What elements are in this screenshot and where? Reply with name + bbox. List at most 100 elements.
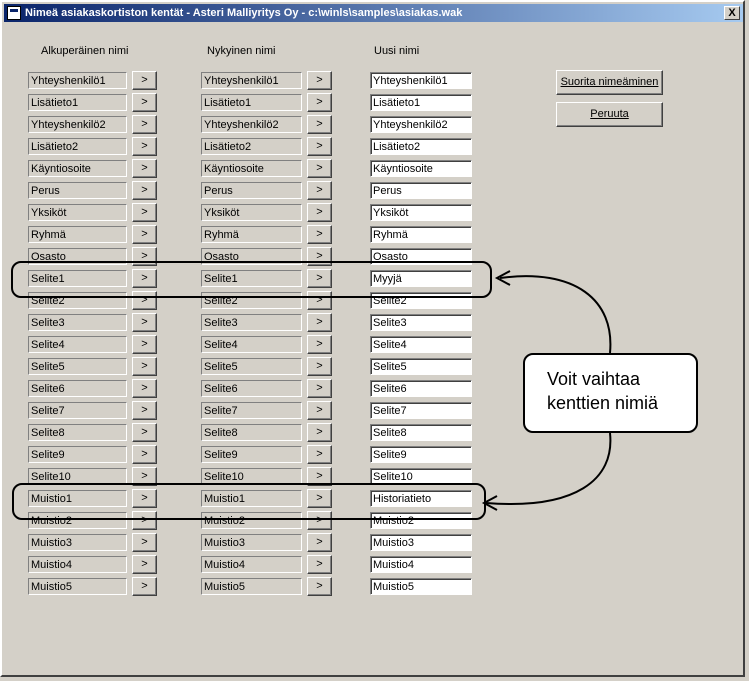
copy-current-button[interactable]: > xyxy=(307,423,332,442)
copy-current-button[interactable]: > xyxy=(307,203,332,222)
copy-original-button[interactable]: > xyxy=(132,379,157,398)
copy-original-button[interactable]: > xyxy=(132,445,157,464)
original-name-field: Selite9 xyxy=(28,446,127,463)
title-bar: Nimeä asiakaskortiston kentät - Asteri M… xyxy=(4,4,743,22)
original-name-field: Selite5 xyxy=(28,358,127,375)
current-name-field: Selite9 xyxy=(201,446,302,463)
copy-current-button[interactable]: > xyxy=(307,401,332,420)
new-name-input[interactable]: Yksiköt xyxy=(370,204,472,221)
original-name-field: Lisätieto2 xyxy=(28,138,127,155)
copy-current-button[interactable]: > xyxy=(307,225,332,244)
current-name-field: Yhteyshenkilö1 xyxy=(201,72,302,89)
new-name-input[interactable]: Muistio4 xyxy=(370,556,472,573)
current-name-field: Selite4 xyxy=(201,336,302,353)
new-name-input[interactable]: Selite4 xyxy=(370,336,472,353)
new-name-input[interactable]: Ryhmä xyxy=(370,226,472,243)
current-name-field: Ryhmä xyxy=(201,226,302,243)
original-name-field: Yhteyshenkilö2 xyxy=(28,116,127,133)
copy-current-button[interactable]: > xyxy=(307,93,332,112)
original-name-field: Muistio3 xyxy=(28,534,127,551)
current-name-field: Muistio3 xyxy=(201,534,302,551)
execute-rename-button[interactable]: Suorita nimeäminen xyxy=(556,70,663,95)
current-name-field: Selite5 xyxy=(201,358,302,375)
copy-current-button[interactable]: > xyxy=(307,159,332,178)
current-name-field: Muistio4 xyxy=(201,556,302,573)
new-name-input[interactable]: Lisätieto2 xyxy=(370,138,472,155)
app-icon xyxy=(7,6,21,20)
original-name-field: Selite6 xyxy=(28,380,127,397)
copy-current-button[interactable]: > xyxy=(307,335,332,354)
copy-original-button[interactable]: > xyxy=(132,401,157,420)
new-name-input[interactable]: Lisätieto1 xyxy=(370,94,472,111)
window-title: Nimeä asiakaskortiston kentät - Asteri M… xyxy=(25,7,463,19)
copy-original-button[interactable]: > xyxy=(132,423,157,442)
close-button[interactable]: X xyxy=(724,6,740,20)
header-original-name: Alkuperäinen nimi xyxy=(41,45,129,57)
new-name-input[interactable]: Käyntiosoite xyxy=(370,160,472,177)
current-name-field: Muistio5 xyxy=(201,578,302,595)
copy-original-button[interactable]: > xyxy=(132,71,157,90)
new-name-input[interactable]: Selite3 xyxy=(370,314,472,331)
new-name-input[interactable]: Selite9 xyxy=(370,446,472,463)
copy-current-button[interactable]: > xyxy=(307,555,332,574)
copy-original-button[interactable]: > xyxy=(132,357,157,376)
new-name-input[interactable]: Selite7 xyxy=(370,402,472,419)
new-name-input[interactable]: Yhteyshenkilö2 xyxy=(370,116,472,133)
new-name-input[interactable]: Perus xyxy=(370,182,472,199)
highlight-muistio1-row xyxy=(12,483,486,520)
highlight-selite1-row xyxy=(11,261,492,298)
copy-original-button[interactable]: > xyxy=(132,159,157,178)
copy-current-button[interactable]: > xyxy=(307,137,332,156)
new-name-input[interactable]: Selite6 xyxy=(370,380,472,397)
current-name-field: Perus xyxy=(201,182,302,199)
new-name-input[interactable]: Selite8 xyxy=(370,424,472,441)
new-name-input[interactable]: Yhteyshenkilö1 xyxy=(370,72,472,89)
current-name-field: Selite8 xyxy=(201,424,302,441)
original-name-field: Perus xyxy=(28,182,127,199)
original-name-field: Selite4 xyxy=(28,336,127,353)
new-name-input[interactable]: Muistio3 xyxy=(370,534,472,551)
header-current-name: Nykyinen nimi xyxy=(207,45,276,57)
copy-original-button[interactable]: > xyxy=(132,181,157,200)
current-name-field: Käyntiosoite xyxy=(201,160,302,177)
copy-original-button[interactable]: > xyxy=(132,225,157,244)
copy-original-button[interactable]: > xyxy=(132,577,157,596)
copy-original-button[interactable]: > xyxy=(132,335,157,354)
copy-current-button[interactable]: > xyxy=(307,533,332,552)
copy-current-button[interactable]: > xyxy=(307,313,332,332)
copy-current-button[interactable]: > xyxy=(307,357,332,376)
current-name-field: Selite7 xyxy=(201,402,302,419)
copy-current-button[interactable]: > xyxy=(307,379,332,398)
original-name-field: Käyntiosoite xyxy=(28,160,127,177)
original-name-field: Selite7 xyxy=(28,402,127,419)
copy-current-button[interactable]: > xyxy=(307,115,332,134)
copy-original-button[interactable]: > xyxy=(132,533,157,552)
copy-current-button[interactable]: > xyxy=(307,577,332,596)
original-name-field: Ryhmä xyxy=(28,226,127,243)
current-name-field: Yhteyshenkilö2 xyxy=(201,116,302,133)
copy-original-button[interactable]: > xyxy=(132,93,157,112)
original-name-field: Selite3 xyxy=(28,314,127,331)
original-name-field: Yksiköt xyxy=(28,204,127,221)
current-name-field: Selite6 xyxy=(201,380,302,397)
copy-original-button[interactable]: > xyxy=(132,203,157,222)
cancel-label: Peruuta xyxy=(590,108,629,120)
copy-original-button[interactable]: > xyxy=(132,137,157,156)
current-name-field: Yksiköt xyxy=(201,204,302,221)
original-name-field: Muistio5 xyxy=(28,578,127,595)
new-name-input[interactable]: Muistio5 xyxy=(370,578,472,595)
copy-current-button[interactable]: > xyxy=(307,445,332,464)
original-name-field: Yhteyshenkilö1 xyxy=(28,72,127,89)
new-name-input[interactable]: Selite5 xyxy=(370,358,472,375)
original-name-field: Selite8 xyxy=(28,424,127,441)
copy-original-button[interactable]: > xyxy=(132,555,157,574)
cancel-button[interactable]: Peruuta xyxy=(556,102,663,127)
copy-current-button[interactable]: > xyxy=(307,71,332,90)
execute-rename-label: Suorita nimeäminen xyxy=(560,76,659,88)
copy-current-button[interactable]: > xyxy=(307,181,332,200)
header-new-name: Uusi nimi xyxy=(374,45,420,57)
copy-original-button[interactable]: > xyxy=(132,115,157,134)
copy-original-button[interactable]: > xyxy=(132,313,157,332)
original-name-field: Muistio4 xyxy=(28,556,127,573)
current-name-field: Lisätieto2 xyxy=(201,138,302,155)
